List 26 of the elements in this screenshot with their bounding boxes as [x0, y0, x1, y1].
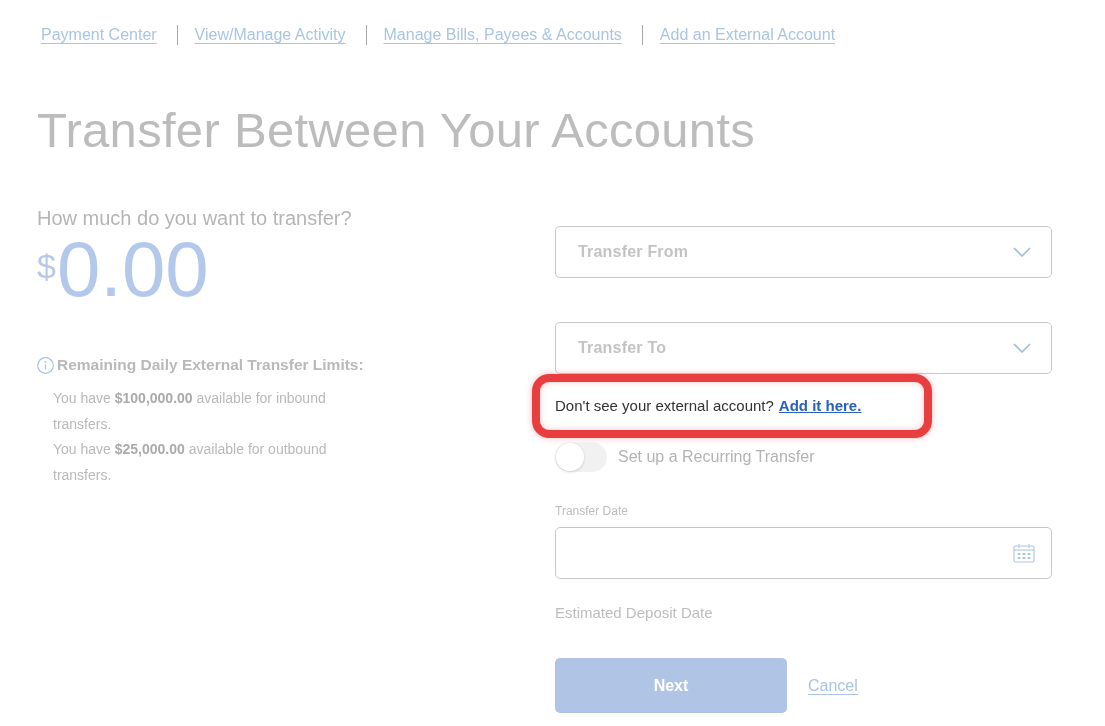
limit-text: You have $25,000.00 available for outbound transfers.	[53, 440, 328, 485]
toggle-switch[interactable]	[555, 442, 607, 472]
nav-link[interactable]: Add an External Account	[659, 26, 836, 44]
nav-link[interactable]: Payment Center	[41, 26, 157, 44]
chevron-down-icon	[1013, 343, 1031, 353]
next-button[interactable]: Next	[555, 658, 787, 713]
add-account-link[interactable]: Add it here.	[778, 396, 862, 416]
info-icon[interactable]	[37, 356, 54, 374]
calendar-icon[interactable]	[1013, 543, 1035, 563]
cancel-link[interactable]: Cancel	[808, 676, 858, 695]
currency-symbol: $	[37, 246, 56, 286]
nav-link[interactable]: Manage Bills, Payees & Accounts	[383, 26, 622, 44]
amount-prompt: How much do you want to transfer?	[37, 206, 352, 230]
callout-text: Don't see your external account?	[555, 396, 774, 416]
limits-heading: Remaining Daily External Transfer Limits:	[57, 356, 364, 374]
nav-link[interactable]: View/Manage Activity	[194, 26, 346, 44]
amount-value: 0.00	[56, 230, 209, 308]
account-select[interactable]: Transfer From	[555, 226, 1052, 278]
field-label: Transfer Date	[555, 504, 628, 518]
page-title: Transfer Between Your Accounts	[37, 102, 756, 159]
account-select[interactable]: Transfer To	[555, 322, 1052, 374]
chevron-down-icon	[1013, 247, 1031, 257]
date-field[interactable]	[555, 527, 1052, 579]
toggle-label: Set up a Recurring Transfer	[618, 448, 815, 466]
limit-text: You have $100,000.00 available for inbound transfers.	[53, 389, 327, 434]
estimated-deposit-label: Estimated Deposit Date	[555, 604, 713, 622]
